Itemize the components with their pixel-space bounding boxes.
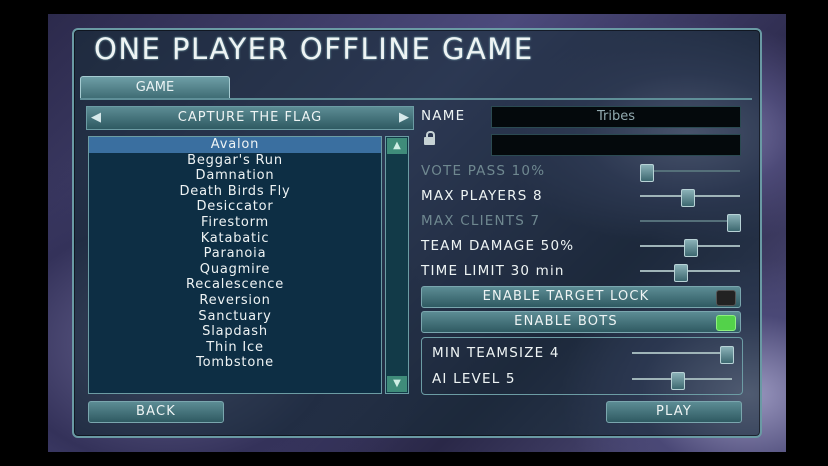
bots-toggle[interactable]: ENABLE BOTS	[421, 311, 741, 333]
max-players-label: MAX PLAYERS 8	[421, 188, 543, 204]
vote-pass-slider[interactable]	[640, 164, 740, 182]
tab-divider	[80, 98, 752, 100]
map-list-item[interactable]: Beggar's Run	[89, 153, 381, 169]
slider-knob[interactable]	[674, 264, 688, 282]
chevron-left-icon[interactable]: ◀	[89, 107, 103, 129]
min-teamsize-label: MIN TEAMSIZE 4	[432, 345, 560, 361]
map-list-item[interactable]: Recalescence	[89, 277, 381, 293]
ai-level-slider[interactable]	[632, 372, 732, 390]
target-lock-label: ENABLE TARGET LOCK	[482, 289, 650, 304]
vote-pass-label: VOTE PASS 10%	[421, 163, 546, 179]
chevron-right-icon[interactable]: ▶	[397, 107, 411, 129]
map-list-item[interactable]: Firestorm	[89, 215, 381, 231]
map-list-item[interactable]: Reversion	[89, 293, 381, 309]
time-limit-label: TIME LIMIT 30 min	[421, 263, 565, 279]
map-list-item[interactable]: Katabatic	[89, 231, 381, 247]
play-button[interactable]: PLAY	[606, 401, 742, 423]
team-damage-slider[interactable]	[640, 239, 740, 257]
target-lock-toggle[interactable]: ENABLE TARGET LOCK	[421, 286, 741, 308]
map-list-item[interactable]: Quagmire	[89, 262, 381, 278]
bots-indicator	[716, 315, 736, 331]
slider-knob[interactable]	[720, 346, 734, 364]
map-list-item[interactable]: Paranoia	[89, 246, 381, 262]
map-list[interactable]: Avalon Beggar's Run Damnation Death Birds F…	[88, 136, 382, 394]
bots-label: ENABLE BOTS	[514, 314, 618, 329]
slider-track	[632, 352, 732, 354]
map-list-scrollbar[interactable]: ▲ ▼	[385, 136, 409, 394]
map-list-item[interactable]: Tombstone	[89, 355, 381, 371]
target-lock-indicator	[716, 290, 736, 306]
map-list-item[interactable]: Slapdash	[89, 324, 381, 340]
max-players-slider[interactable]	[640, 189, 740, 207]
map-list-item[interactable]: Thin Ice	[89, 340, 381, 356]
ai-level-label: AI LEVEL 5	[432, 371, 516, 387]
map-list-item[interactable]: Damnation	[89, 168, 381, 184]
back-button[interactable]: BACK	[88, 401, 224, 423]
slider-track	[640, 170, 740, 172]
map-list-item[interactable]: Sanctuary	[89, 309, 381, 325]
tab-game[interactable]: GAME	[80, 76, 230, 100]
scroll-down-icon[interactable]: ▼	[387, 376, 407, 392]
max-clients-slider	[640, 214, 741, 232]
slider-track	[640, 220, 740, 222]
map-list-item[interactable]: Avalon	[89, 137, 381, 153]
min-teamsize-slider[interactable]	[632, 346, 734, 364]
slider-knob[interactable]	[684, 239, 698, 257]
server-name-input[interactable]: Tribes	[491, 106, 741, 128]
map-list-item[interactable]: Death Birds Fly	[89, 184, 381, 200]
page-title: ONE PLAYER OFFLINE GAME	[94, 32, 534, 66]
team-damage-label: TEAM DAMAGE 50%	[421, 238, 575, 254]
slider-knob[interactable]	[671, 372, 685, 390]
name-label: NAME	[421, 108, 466, 124]
slider-knob[interactable]	[681, 189, 695, 207]
scroll-up-icon[interactable]: ▲	[387, 138, 407, 154]
map-list-item[interactable]: Desiccator	[89, 199, 381, 215]
slider-knob	[727, 214, 741, 232]
password-input[interactable]	[491, 134, 741, 156]
max-clients-label: MAX CLIENTS 7	[421, 213, 541, 229]
time-limit-slider[interactable]	[640, 264, 740, 282]
game-mode-selector[interactable]: ◀ CAPTURE THE FLAG ▶	[86, 106, 414, 130]
lock-icon	[424, 131, 435, 145]
slider-knob[interactable]	[640, 164, 654, 182]
slider-track	[640, 270, 740, 272]
game-mode-label: CAPTURE THE FLAG	[177, 110, 323, 125]
